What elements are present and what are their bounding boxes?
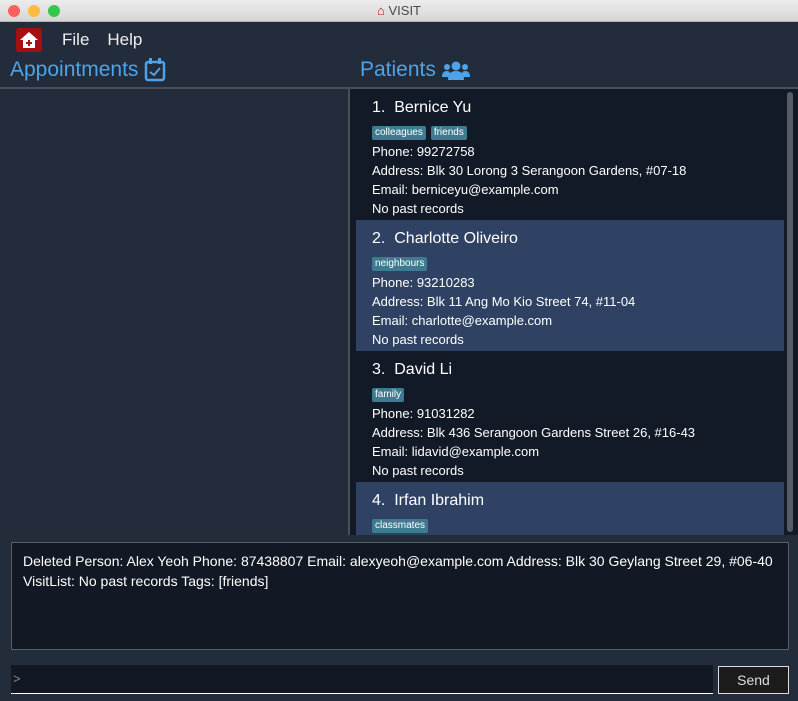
patient-name: David Li [394, 361, 453, 378]
minimize-button[interactable] [28, 5, 40, 17]
patient-address: Address: Blk 436 Serangoon Gardens Stree… [372, 425, 696, 440]
patient-records: No past records [372, 332, 464, 347]
patient-list-scrollbar[interactable] [787, 92, 793, 532]
patient-records: No past records [372, 201, 464, 216]
command-input[interactable]: > [11, 665, 713, 694]
patient-phone: Phone: 91031282 [372, 406, 475, 421]
patient-card[interactable]: 1. Bernice Yu colleagues friends Phone: 9… [356, 89, 784, 220]
patients-header: Patients [360, 58, 470, 82]
send-button[interactable]: Send [718, 666, 789, 694]
menu-help[interactable]: Help [107, 30, 142, 50]
patient-address: Address: Blk 30 Lorong 3 Serangoon Garde… [372, 163, 687, 178]
calendar-check-icon [145, 58, 166, 82]
users-icon [441, 61, 470, 80]
window-title: VISIT [388, 3, 421, 18]
app-logo-icon [16, 28, 42, 52]
patient-card[interactable]: 4. Irfan Ibrahim classmates [356, 482, 784, 535]
patient-records: No past records [372, 463, 464, 478]
result-display: Deleted Person: Alex Yeoh Phone: 8743880… [11, 542, 789, 650]
patients-title: Patients [360, 58, 436, 81]
maximize-button[interactable] [48, 5, 60, 17]
menu-bar: File Help [0, 22, 798, 58]
title-bar: ⌂ VISIT [0, 0, 798, 22]
patient-email: Email: berniceyu@example.com [372, 182, 559, 197]
patient-name: Irfan Ibrahim [394, 492, 485, 509]
patient-phone: Phone: 99272758 [372, 144, 475, 159]
close-button[interactable] [8, 5, 20, 17]
home-icon: ⌂ [377, 3, 385, 18]
tag: colleagues [372, 126, 426, 140]
tag: family [372, 388, 405, 402]
patient-address: Address: Blk 11 Ang Mo Kio Street 74, #1… [372, 294, 636, 309]
patient-list: 1. Bernice Yu colleagues friends Phone: 9… [356, 89, 784, 535]
patient-name: Charlotte Oliveiro [394, 230, 518, 247]
appointments-panel [0, 87, 350, 535]
menu-file[interactable]: File [62, 30, 89, 50]
patient-card[interactable]: 2. Charlotte Oliveiro neighbours Phone: … [356, 220, 784, 351]
tag: neighbours [372, 257, 428, 271]
tag: classmates [372, 519, 429, 533]
appointments-header: Appointments [10, 58, 166, 82]
patient-email: Email: lidavid@example.com [372, 444, 540, 459]
tag: friends [430, 126, 467, 140]
patient-card[interactable]: 3. David Li family Phone: 91031282 Addre… [356, 351, 784, 482]
patient-name: Bernice Yu [394, 99, 472, 116]
appointments-title: Appointments [10, 58, 139, 81]
patient-email: Email: charlotte@example.com [372, 313, 553, 328]
patient-phone: Phone: 93210283 [372, 275, 475, 290]
